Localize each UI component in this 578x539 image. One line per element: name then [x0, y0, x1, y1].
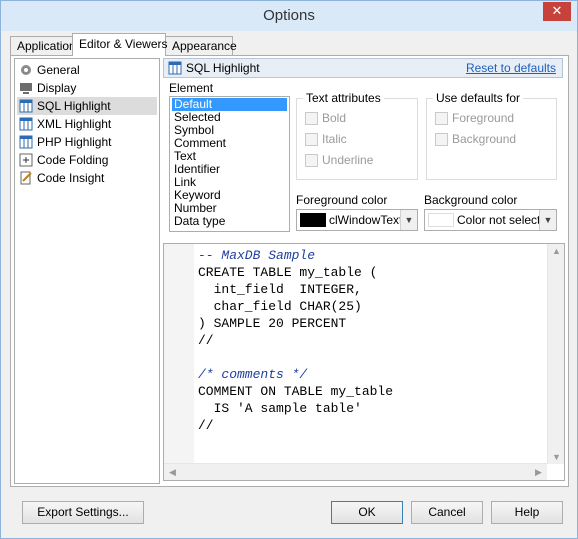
text-attributes-group: Text attributes Bold Italic Underline: [296, 91, 418, 180]
ok-button[interactable]: OK: [331, 501, 403, 524]
checkbox-square: [305, 133, 318, 146]
use-defaults-title: Use defaults for: [433, 91, 524, 105]
pencil-icon: [20, 171, 32, 185]
foreground-color-select[interactable]: clWindowText ▼: [296, 209, 418, 231]
sidebar-item-label: Code Insight: [37, 171, 105, 185]
foreground-color-label: Foreground color: [296, 193, 388, 207]
background-color-swatch: [428, 213, 454, 227]
sidebar-item-code-folding[interactable]: Code Folding: [17, 151, 157, 169]
tab-editor-viewers-label: Editor & Viewers: [79, 37, 168, 51]
sidebar-item-label: Code Folding: [37, 153, 109, 167]
code-line: int_field INTEGER,: [198, 282, 362, 297]
background-color-label: Background color: [424, 193, 518, 207]
sidebar-item-label: General: [37, 63, 80, 77]
reset-to-defaults-link[interactable]: Reset to defaults: [466, 61, 556, 75]
help-button[interactable]: Help: [491, 501, 563, 524]
checkbox-square: [305, 112, 318, 125]
list-item[interactable]: Data type: [172, 215, 287, 228]
scroll-left-icon[interactable]: ◀: [164, 467, 181, 478]
code-line: ) SAMPLE 20 PERCENT: [198, 316, 347, 331]
sidebar-item-general[interactable]: General: [17, 61, 157, 79]
underline-label: Underline: [322, 153, 374, 167]
close-button[interactable]: ✕: [543, 2, 571, 21]
bold-checkbox[interactable]: Bold: [305, 112, 346, 126]
tab-appearance[interactable]: Appearance: [165, 36, 237, 55]
italic-checkbox[interactable]: Italic: [305, 133, 347, 147]
chevron-down-icon[interactable]: ▼: [539, 210, 556, 230]
code-line: //: [198, 333, 214, 348]
tab-application-label: Application: [17, 39, 76, 53]
sidebar-item-label: PHP Highlight: [37, 135, 112, 149]
text-attributes-title: Text attributes: [303, 91, 384, 105]
code-line: COMMENT ON TABLE my_table: [198, 384, 394, 399]
chevron-down-icon[interactable]: ▼: [400, 210, 417, 230]
options-dialog: Options ✕ Application Editor & Viewers A…: [0, 0, 578, 539]
editor-gutter: [164, 244, 194, 464]
scroll-up-icon[interactable]: ▲: [548, 246, 565, 256]
element-list[interactable]: Default Selected Symbol Comment Text Ide…: [169, 96, 290, 232]
cancel-button[interactable]: Cancel: [411, 501, 483, 524]
background-color-select[interactable]: Color not selected ▼: [424, 209, 557, 231]
export-settings-button[interactable]: Export Settings...: [22, 501, 144, 524]
grid-icon: [168, 61, 182, 75]
italic-label: Italic: [322, 132, 347, 146]
bold-label: Bold: [322, 111, 347, 125]
gear-icon: [21, 65, 31, 75]
folding-icon: [19, 153, 33, 167]
foreground-color-value: clWindowText: [329, 213, 403, 227]
element-label: Element: [169, 81, 214, 95]
settings-panel: SQL Highlight Reset to defaults Element …: [163, 58, 565, 484]
sidebar-item-php-highlight[interactable]: PHP Highlight: [17, 133, 157, 151]
foreground-default-checkbox[interactable]: Foreground: [435, 112, 514, 126]
checkbox-square: [435, 112, 448, 125]
horizontal-scrollbar[interactable]: ◀ ▶: [164, 463, 547, 480]
grid-icon: [19, 99, 33, 113]
code-line: -- MaxDB Sample: [198, 248, 316, 263]
grid-icon: [19, 135, 33, 149]
panel-header: SQL Highlight Reset to defaults: [163, 58, 563, 78]
tab-editor-viewers[interactable]: Editor & Viewers: [72, 33, 168, 56]
checkbox-square: [305, 154, 318, 167]
panel-title: SQL Highlight: [186, 61, 260, 75]
window-title: Options: [263, 7, 315, 24]
scroll-right-icon[interactable]: ▶: [530, 467, 547, 478]
sql-preview-editor[interactable]: -- MaxDB Sample CREATE TABLE my_table ( …: [163, 243, 565, 481]
foreground-color-swatch: [300, 213, 326, 227]
background-default-checkbox[interactable]: Background: [435, 133, 516, 147]
background-default-label: Background: [452, 132, 517, 146]
underline-checkbox[interactable]: Underline: [305, 154, 373, 168]
options-sidebar: General Display SQL Highlight XML Highli…: [14, 58, 160, 484]
code-line: //: [198, 418, 214, 433]
sidebar-item-label: SQL Highlight: [37, 99, 111, 113]
checkbox-square: [435, 133, 448, 146]
use-defaults-group: Use defaults for Foreground Background: [426, 91, 557, 180]
sidebar-item-label: Display: [37, 81, 77, 95]
sidebar-item-xml-highlight[interactable]: XML Highlight: [17, 115, 157, 133]
sidebar-item-display[interactable]: Display: [17, 79, 157, 97]
grid-icon: [19, 117, 33, 131]
foreground-default-label: Foreground: [452, 111, 515, 125]
close-icon: ✕: [551, 3, 563, 18]
sidebar-item-sql-highlight[interactable]: SQL Highlight: [17, 97, 157, 115]
code-line: char_field CHAR(25): [198, 299, 362, 314]
sidebar-item-code-insight[interactable]: Code Insight: [17, 169, 157, 187]
code-line: IS 'A sample table': [198, 401, 362, 416]
scroll-down-icon[interactable]: ▼: [548, 452, 565, 462]
code-line: CREATE TABLE my_table (: [198, 265, 378, 280]
tab-application[interactable]: Application: [10, 36, 76, 55]
vertical-scrollbar[interactable]: ▲ ▼: [547, 244, 564, 464]
display-icon: [20, 83, 32, 94]
code-line: /* comments */: [198, 367, 308, 382]
sidebar-item-label: XML Highlight: [37, 117, 112, 131]
tab-appearance-label: Appearance: [172, 39, 237, 53]
title-bar: Options ✕: [1, 1, 577, 31]
